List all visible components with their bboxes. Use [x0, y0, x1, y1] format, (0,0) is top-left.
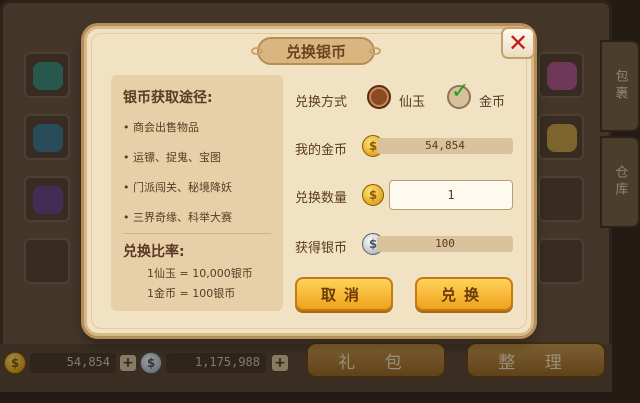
source-item: • 商会出售物品 [123, 121, 199, 134]
result-value: 100 [377, 236, 513, 252]
cancel-button[interactable]: 取消 [295, 277, 393, 311]
radio-jade-label[interactable]: 仙玉 [399, 91, 425, 110]
ornament-icon [251, 47, 263, 55]
method-label: 兑换方式 [295, 95, 348, 110]
radio-gold-label[interactable]: 金币 [479, 91, 505, 110]
dialog-title-banner: 兑换银币 [251, 37, 381, 65]
check-icon: ✓ [451, 79, 470, 104]
quantity-input[interactable]: 1 [389, 180, 513, 210]
radio-jade[interactable] [367, 85, 391, 109]
rate-line: 1仙玉 = 10,000银币 [147, 267, 253, 280]
rate-heading: 兑换比率: [123, 244, 185, 260]
exchange-silver-dialog: 兑换银币 ✕ 银币获取途径: • 商会出售物品 • 运镖、捉鬼、宝图 • 门派闯… [84, 26, 535, 336]
rate-line: 1金币 = 100银币 [147, 287, 236, 300]
divider [123, 233, 271, 234]
gold-coin-icon: $ [362, 184, 384, 206]
result-label: 获得银币 [295, 241, 348, 256]
silver-sources-panel: 银币获取途径: • 商会出售物品 • 运镖、捉鬼、宝图 • 门派闯关、秘境降妖 … [111, 75, 283, 311]
ornament-icon [369, 47, 381, 55]
close-button[interactable]: ✕ [501, 27, 535, 59]
dialog-title: 兑换银币 [285, 42, 346, 61]
exchange-button[interactable]: 兑换 [415, 277, 513, 311]
source-item: • 运镖、捉鬼、宝图 [123, 151, 221, 164]
my-gold-label: 我的金币 [295, 143, 348, 158]
sources-heading: 银币获取途径: [123, 90, 213, 106]
close-icon: ✕ [507, 29, 529, 57]
radio-gold[interactable]: ✓ [447, 81, 471, 109]
source-item: • 门派闯关、秘境降妖 [123, 181, 232, 194]
my-gold-value: 54,854 [377, 138, 513, 154]
quantity-label: 兑换数量 [295, 191, 348, 206]
source-item: • 三界奇缘、科举大赛 [123, 211, 232, 224]
